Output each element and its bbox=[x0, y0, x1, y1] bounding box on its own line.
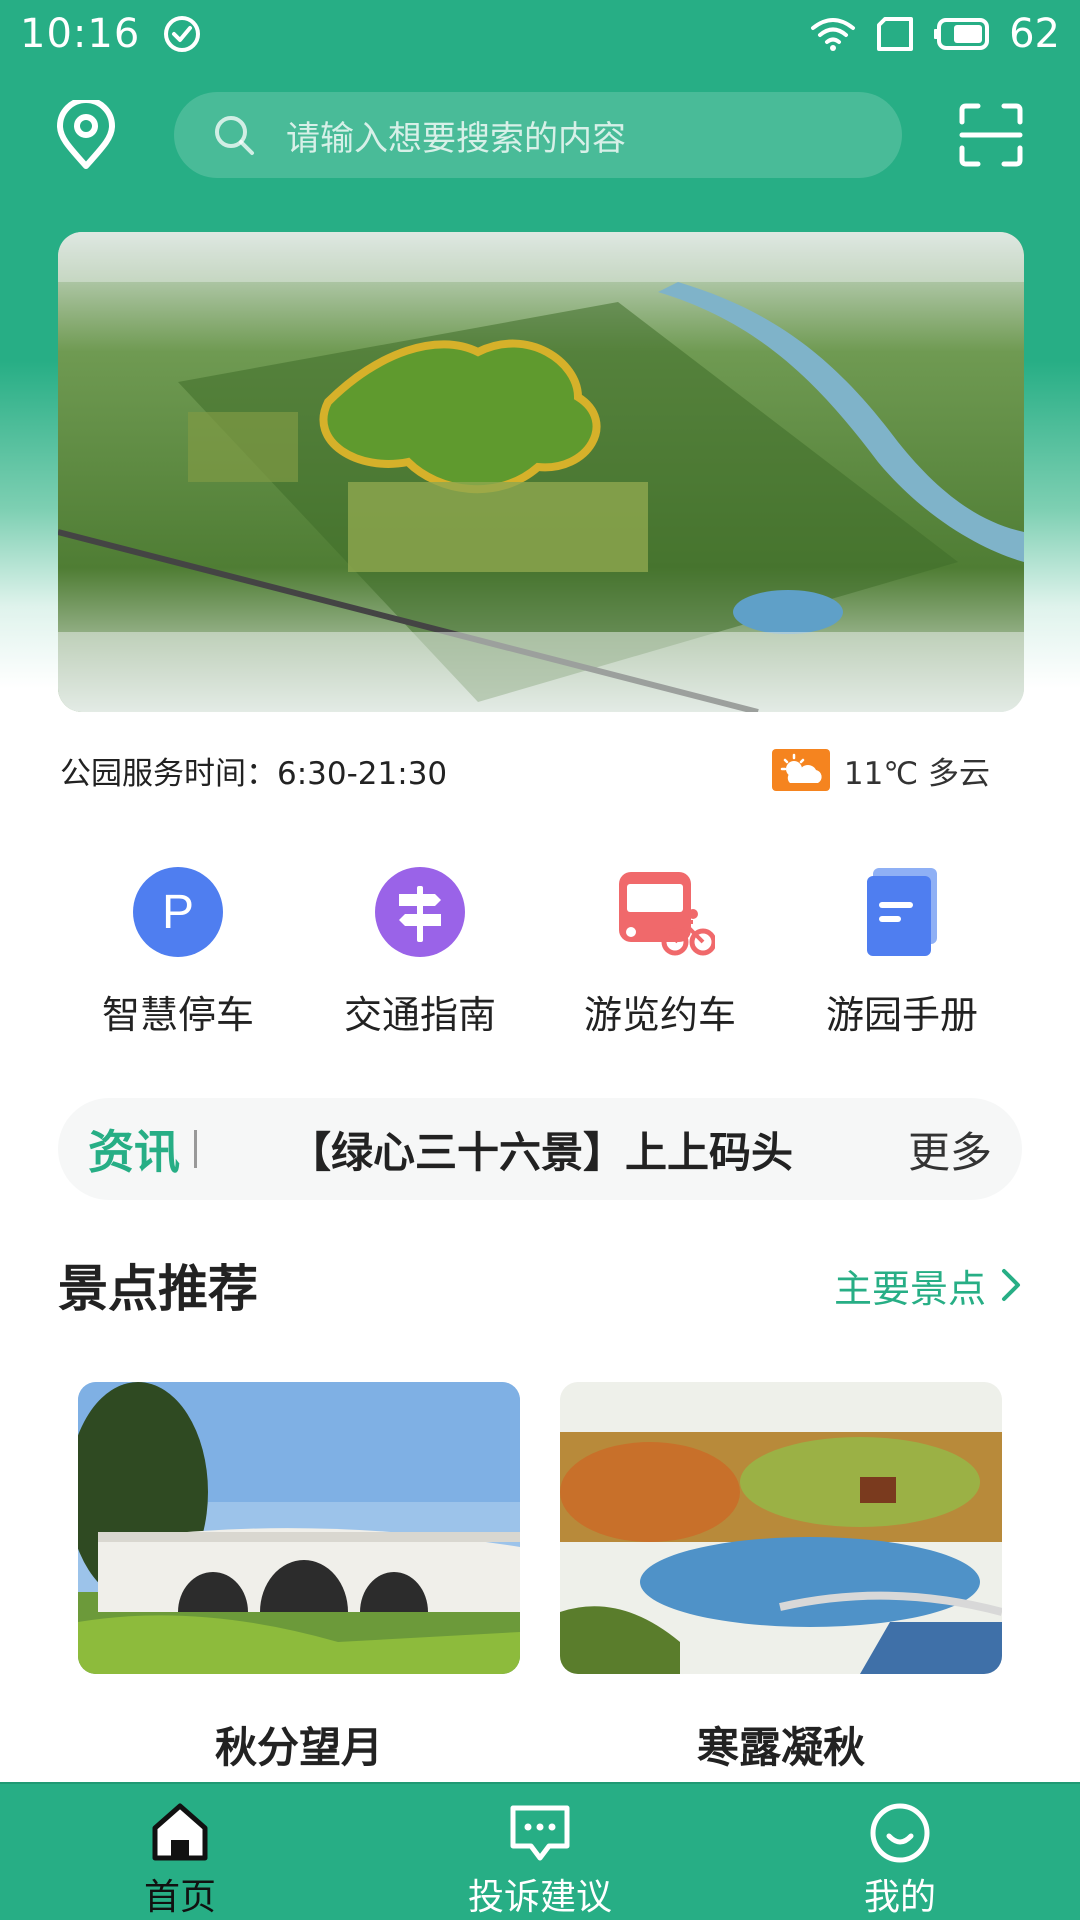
attraction-card[interactable]: 寒露凝秋 bbox=[560, 1382, 1002, 1775]
message-icon bbox=[510, 1805, 570, 1861]
tab-profile[interactable]: 我的 bbox=[780, 1784, 1020, 1920]
weather-text: 11℃ 多云 bbox=[843, 755, 990, 792]
top-header: 请输入想要搜索的内容 bbox=[0, 88, 1080, 178]
tab-label: 投诉建议 bbox=[467, 1877, 612, 1918]
home-icon bbox=[152, 1803, 208, 1861]
service-info-row: 公园服务时间：6:30-21:30 11℃ 多云 bbox=[60, 748, 990, 793]
news-tag: 资讯 bbox=[88, 1125, 180, 1179]
main-attractions-link[interactable]: 主要景点 bbox=[834, 1258, 1024, 1313]
news-ticker[interactable]: 资讯 【绿心三十六景】上上码头 更多 bbox=[58, 1098, 1022, 1200]
tab-feedback[interactable]: 投诉建议 bbox=[420, 1784, 660, 1920]
scan-icon[interactable] bbox=[958, 102, 1024, 168]
profile-icon bbox=[870, 1803, 930, 1863]
service-hours: 公园服务时间：6:30-21:30 bbox=[60, 755, 448, 792]
section-link-label: 主要景点 bbox=[833, 1266, 986, 1311]
section-title: 景点推荐 bbox=[58, 1260, 258, 1318]
chevron-right-icon bbox=[1002, 1269, 1020, 1301]
bus-bike-icon bbox=[619, 872, 715, 956]
quick-action-handbook[interactable]: 游园手册 bbox=[782, 862, 1022, 1039]
quick-action-car-booking[interactable]: 游览约车 bbox=[540, 862, 780, 1039]
parking-icon: P bbox=[133, 867, 223, 957]
battery-icon bbox=[934, 18, 990, 50]
signpost-icon bbox=[375, 867, 465, 957]
sim-card-icon bbox=[877, 17, 914, 51]
tab-label: 首页 bbox=[143, 1877, 216, 1918]
quick-action-label: 智慧停车 bbox=[101, 993, 254, 1037]
quick-action-parking[interactable]: P 智慧停车 bbox=[58, 862, 298, 1039]
attraction-image bbox=[560, 1382, 1002, 1674]
quick-actions: P 智慧停车 交通指南 游览约车 游园手册 bbox=[0, 862, 1080, 1062]
quick-action-label: 游园手册 bbox=[825, 993, 978, 1037]
attraction-card[interactable]: 秋分望月 bbox=[78, 1382, 520, 1775]
handbook-icon bbox=[867, 868, 937, 956]
tab-label: 我的 bbox=[863, 1877, 936, 1918]
status-bar: 10:16 62 bbox=[0, 0, 1080, 68]
attraction-title: 秋分望月 bbox=[214, 1723, 383, 1772]
wifi-icon bbox=[811, 18, 856, 51]
search-placeholder: 请输入想要搜索的内容 bbox=[286, 118, 626, 159]
tab-home[interactable]: 首页 bbox=[60, 1784, 300, 1920]
news-divider bbox=[194, 1130, 197, 1168]
status-time: 10:16 bbox=[20, 11, 141, 57]
attraction-title: 寒露凝秋 bbox=[696, 1723, 865, 1772]
attraction-image bbox=[78, 1382, 520, 1674]
battery-level: 62 bbox=[1009, 11, 1060, 57]
bottom-tab-bar: 首页 投诉建议 我的 bbox=[0, 1782, 1080, 1920]
quick-action-traffic[interactable]: 交通指南 bbox=[300, 862, 540, 1039]
partly-cloudy-icon bbox=[771, 749, 830, 791]
search-icon bbox=[215, 116, 254, 155]
quick-action-label: 交通指南 bbox=[343, 993, 496, 1037]
park-banner-image[interactable] bbox=[58, 232, 1024, 712]
news-headline[interactable]: 【绿心三十六景】上上码头 bbox=[289, 1119, 793, 1180]
search-input[interactable]: 请输入想要搜索的内容 bbox=[174, 92, 902, 178]
news-more-link[interactable]: 更多 bbox=[908, 1119, 992, 1180]
location-pin-icon[interactable] bbox=[52, 100, 120, 172]
weather-widget: 11℃ 多云 bbox=[771, 748, 990, 793]
svg-text:P: P bbox=[162, 886, 194, 939]
check-circle-icon bbox=[164, 16, 201, 52]
attractions-section-header: 景点推荐 主要景点 bbox=[58, 1250, 1024, 1320]
quick-action-label: 游览约车 bbox=[583, 993, 736, 1037]
